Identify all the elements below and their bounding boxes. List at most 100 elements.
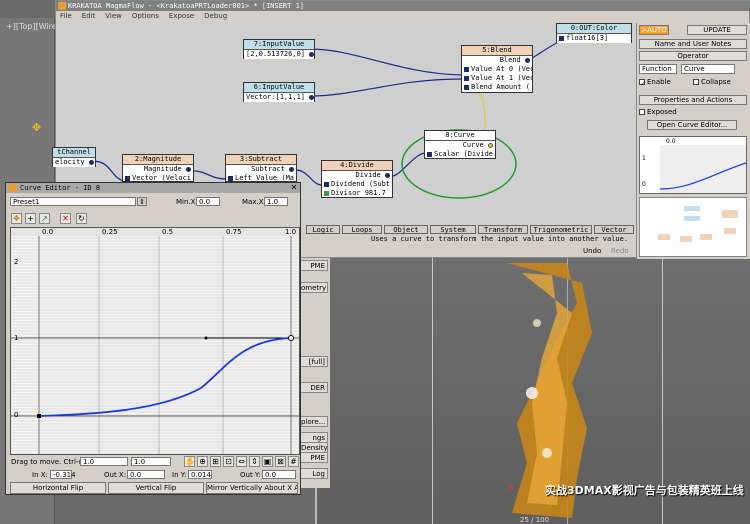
tab-trigonometric[interactable]: Trigonometric	[530, 225, 592, 234]
add-point-icon[interactable]: +	[25, 213, 36, 224]
zoom-region-icon[interactable]: ⊞	[210, 456, 221, 467]
node-input-value-6[interactable]: 6:InputValue Vector:[1,1,1]	[243, 82, 315, 102]
preset-field[interactable]: Preset1	[10, 197, 136, 206]
node-curve-8[interactable]: 8:Curve Curve Scalar (Divide.	[424, 130, 496, 159]
status-field-1[interactable]: 1.0	[80, 457, 128, 466]
reset-icon[interactable]: ↻	[76, 213, 87, 224]
output-socket[interactable]	[289, 166, 294, 172]
tab-logic[interactable]: Logic	[306, 225, 340, 234]
delete-point-icon[interactable]: ✕	[60, 213, 71, 224]
pan-icon[interactable]: ✋	[184, 456, 195, 467]
menu-view[interactable]: View	[105, 12, 122, 20]
node-subtract-3[interactable]: 3:Subtract Subtract Left Value (Ma	[225, 154, 297, 182]
tab-vector[interactable]: Vector	[594, 225, 634, 234]
cmd-item[interactable]: [full]	[300, 356, 328, 367]
tab-object[interactable]: Object	[384, 225, 428, 234]
in-y-field[interactable]: 0.014	[188, 470, 212, 479]
function-select[interactable]: Function	[639, 64, 677, 74]
zoom-extents-icon[interactable]: ⊡	[223, 456, 234, 467]
node-output-color-0[interactable]: 0:OUT:Color float16[3]	[556, 23, 632, 43]
input-socket[interactable]	[559, 35, 564, 41]
mirror-button[interactable]: Mirror Vertically About X Axis	[206, 482, 298, 494]
input-socket[interactable]	[228, 175, 233, 181]
output-socket[interactable]	[186, 166, 191, 172]
cmd-item[interactable]: plore...	[300, 416, 328, 427]
cmd-item[interactable]: PME	[300, 452, 328, 463]
input-socket[interactable]	[324, 190, 329, 196]
tab-system[interactable]: System	[430, 225, 476, 234]
node-input-channel-1[interactable]: tChannel elocity	[52, 147, 96, 167]
insert-point-icon[interactable]: ↗	[39, 213, 50, 224]
snap-icon[interactable]: ⊠	[275, 456, 286, 467]
checkbox-box[interactable]: ✓	[639, 79, 646, 88]
checkbox-box[interactable]	[639, 109, 645, 115]
menu-debug[interactable]: Debug	[204, 12, 227, 20]
update-button[interactable]: UPDATE	[687, 25, 747, 35]
node-navigator-minimap[interactable]	[639, 197, 747, 257]
cmd-item[interactable]: Log	[300, 468, 328, 479]
curve-graph[interactable]: 0.0 0.25 0.5 0.75 1.0 2 1 0	[10, 227, 300, 455]
magma-flow-app-icon	[58, 2, 66, 10]
viewport-label[interactable]: +][Top][Wire	[6, 22, 57, 31]
zoom-y-icon[interactable]: ⇕	[249, 456, 260, 467]
name-notes-rollout[interactable]: Name and User Notes	[639, 39, 747, 49]
open-curve-editor-button[interactable]: Open Curve Editor...	[647, 120, 737, 130]
undo-button[interactable]: Undo	[583, 247, 601, 255]
min-x-field[interactable]: 0.0	[196, 197, 220, 206]
node-input-value-7[interactable]: 7:InputValue [2,0.513726,0]	[243, 39, 315, 59]
horizontal-flip-button[interactable]: Horizontal Flip	[10, 482, 106, 494]
output-socket[interactable]	[309, 51, 314, 57]
tab-transform[interactable]: Transform	[478, 225, 528, 234]
max-x-field[interactable]: 1.0	[264, 197, 288, 206]
fit-icon[interactable]: ▣	[262, 456, 273, 467]
input-socket[interactable]	[427, 151, 432, 157]
checkbox-box[interactable]	[693, 79, 699, 85]
menu-expose[interactable]: Expose	[169, 12, 194, 20]
curve-select[interactable]: Curve	[681, 64, 735, 74]
y-tick: 1	[14, 334, 19, 342]
cmd-item[interactable]: DER	[300, 382, 328, 393]
output-socket[interactable]	[385, 172, 390, 178]
move-tool-icon[interactable]: ✥	[11, 213, 22, 224]
output-socket[interactable]	[525, 57, 530, 63]
redo-button[interactable]: Redo	[611, 247, 629, 255]
curve-editor-title[interactable]: Curve Editor - ID 8	[6, 183, 300, 193]
menu-edit[interactable]: Edit	[82, 12, 96, 20]
close-icon[interactable]: ✕	[290, 184, 298, 192]
out-x-field[interactable]: 0.0	[127, 470, 165, 479]
status-field-2[interactable]: 1.0	[131, 457, 171, 466]
node-value[interactable]: [2,0.513726,0]	[246, 50, 305, 58]
output-socket[interactable]	[309, 94, 314, 100]
collapse-checkbox[interactable]: Collapse	[693, 78, 731, 86]
input-socket[interactable]	[324, 181, 329, 187]
output-socket[interactable]	[488, 142, 493, 148]
cmd-item[interactable]: ometry	[300, 282, 328, 293]
auto-button[interactable]: >AUTO	[639, 25, 669, 35]
preset-dropdown-icon[interactable]: ⇕	[137, 197, 147, 206]
input-socket[interactable]	[125, 175, 130, 181]
input-socket[interactable]	[464, 66, 469, 72]
vertical-flip-button[interactable]: Vertical Flip	[108, 482, 204, 494]
menu-options[interactable]: Options	[132, 12, 159, 20]
exposed-checkbox[interactable]: Exposed	[639, 108, 677, 116]
magma-flow-title[interactable]: KRAKATOA MagmaFlow - <KrakatoaPRTLoader0…	[56, 1, 750, 11]
enable-checkbox[interactable]: ✓Enable	[639, 78, 671, 88]
mini-curve-preview[interactable]: 0.0 1 0	[639, 136, 747, 194]
node-value[interactable]: Vector:[1,1,1]	[246, 93, 305, 101]
grid-icon[interactable]: #	[288, 456, 299, 467]
in-x-field[interactable]: -0.314	[50, 470, 76, 479]
cmd-item[interactable]: PME	[300, 260, 328, 271]
node-divide-4[interactable]: 4:Divide Divide Dividend (Subt Divisor 9…	[321, 160, 393, 198]
node-magnitude-2[interactable]: 2:Magnitude Magnitude Vector (Veloci	[122, 154, 194, 182]
operator-rollout[interactable]: Operator	[639, 51, 747, 61]
tab-loops[interactable]: Loops	[342, 225, 382, 234]
menu-file[interactable]: File	[60, 12, 72, 20]
input-socket[interactable]	[464, 75, 469, 81]
zoom-icon[interactable]: ⊕	[197, 456, 208, 467]
output-socket[interactable]	[88, 159, 94, 165]
node-blend-5[interactable]: 5:Blend Blend Value At 0 (Vec Value At 1…	[461, 45, 533, 93]
out-y-field[interactable]: 0.0	[262, 470, 296, 479]
props-actions-rollout[interactable]: Properties and Actions	[639, 95, 747, 105]
zoom-x-icon[interactable]: ⇔	[236, 456, 247, 467]
input-socket[interactable]	[464, 84, 469, 90]
